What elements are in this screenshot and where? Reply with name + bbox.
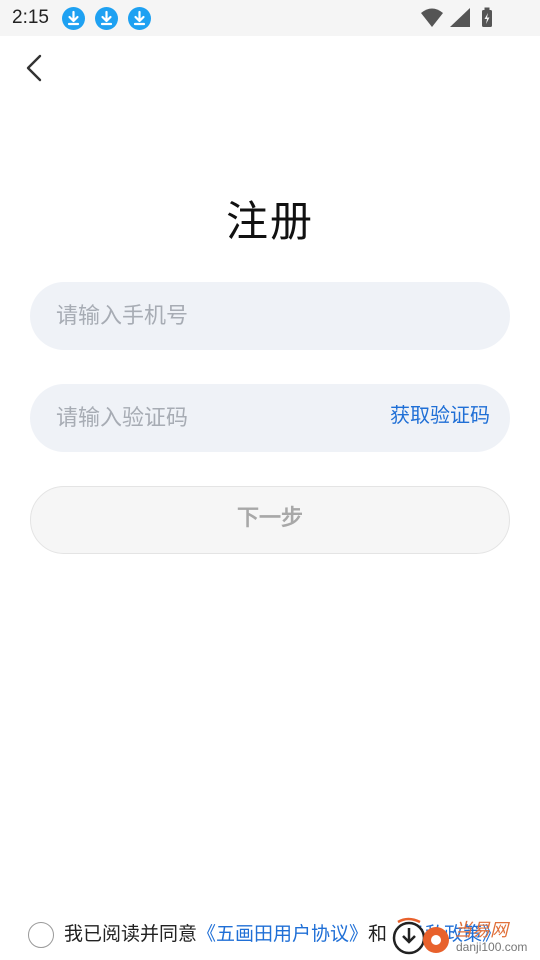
watermark-cn: 当易网 [454, 920, 508, 941]
get-code-button[interactable]: 获取验证码 [390, 384, 490, 446]
download-icon [128, 7, 151, 30]
phone-field-container [30, 282, 510, 350]
register-screen: 2:15 注册 请输入手机号 请输入验证码 获取验证码 下一步 我已阅读并同意《… [0, 0, 540, 960]
user-agreement-link[interactable]: 《五画田用户协议》 [197, 923, 368, 945]
battery-icon [482, 7, 492, 27]
verification-code-input[interactable] [56, 384, 386, 452]
phone-input[interactable] [56, 282, 486, 350]
status-time: 2:15 [12, 7, 49, 28]
next-button[interactable]: 下一步 [30, 486, 510, 554]
download-icon [62, 7, 85, 30]
signal-icon [450, 8, 470, 27]
agreement-prefix: 我已阅读并同意 [64, 923, 198, 945]
back-button[interactable] [18, 50, 54, 86]
watermark: 当易网 danji100.com [392, 914, 540, 960]
page-title: 注册 [225, 197, 314, 246]
agree-checkbox[interactable] [28, 922, 54, 948]
watermark-logo-icon [392, 917, 449, 955]
system-icons [420, 7, 500, 29]
watermark-url: danji100.com [456, 940, 528, 954]
agreement-and: 和 [368, 923, 388, 945]
wifi-icon [421, 8, 443, 27]
status-bar: 2:15 [0, 0, 540, 36]
download-icon [95, 7, 118, 30]
chevron-left-icon [26, 54, 42, 82]
code-field-container: 获取验证码 [30, 384, 510, 452]
